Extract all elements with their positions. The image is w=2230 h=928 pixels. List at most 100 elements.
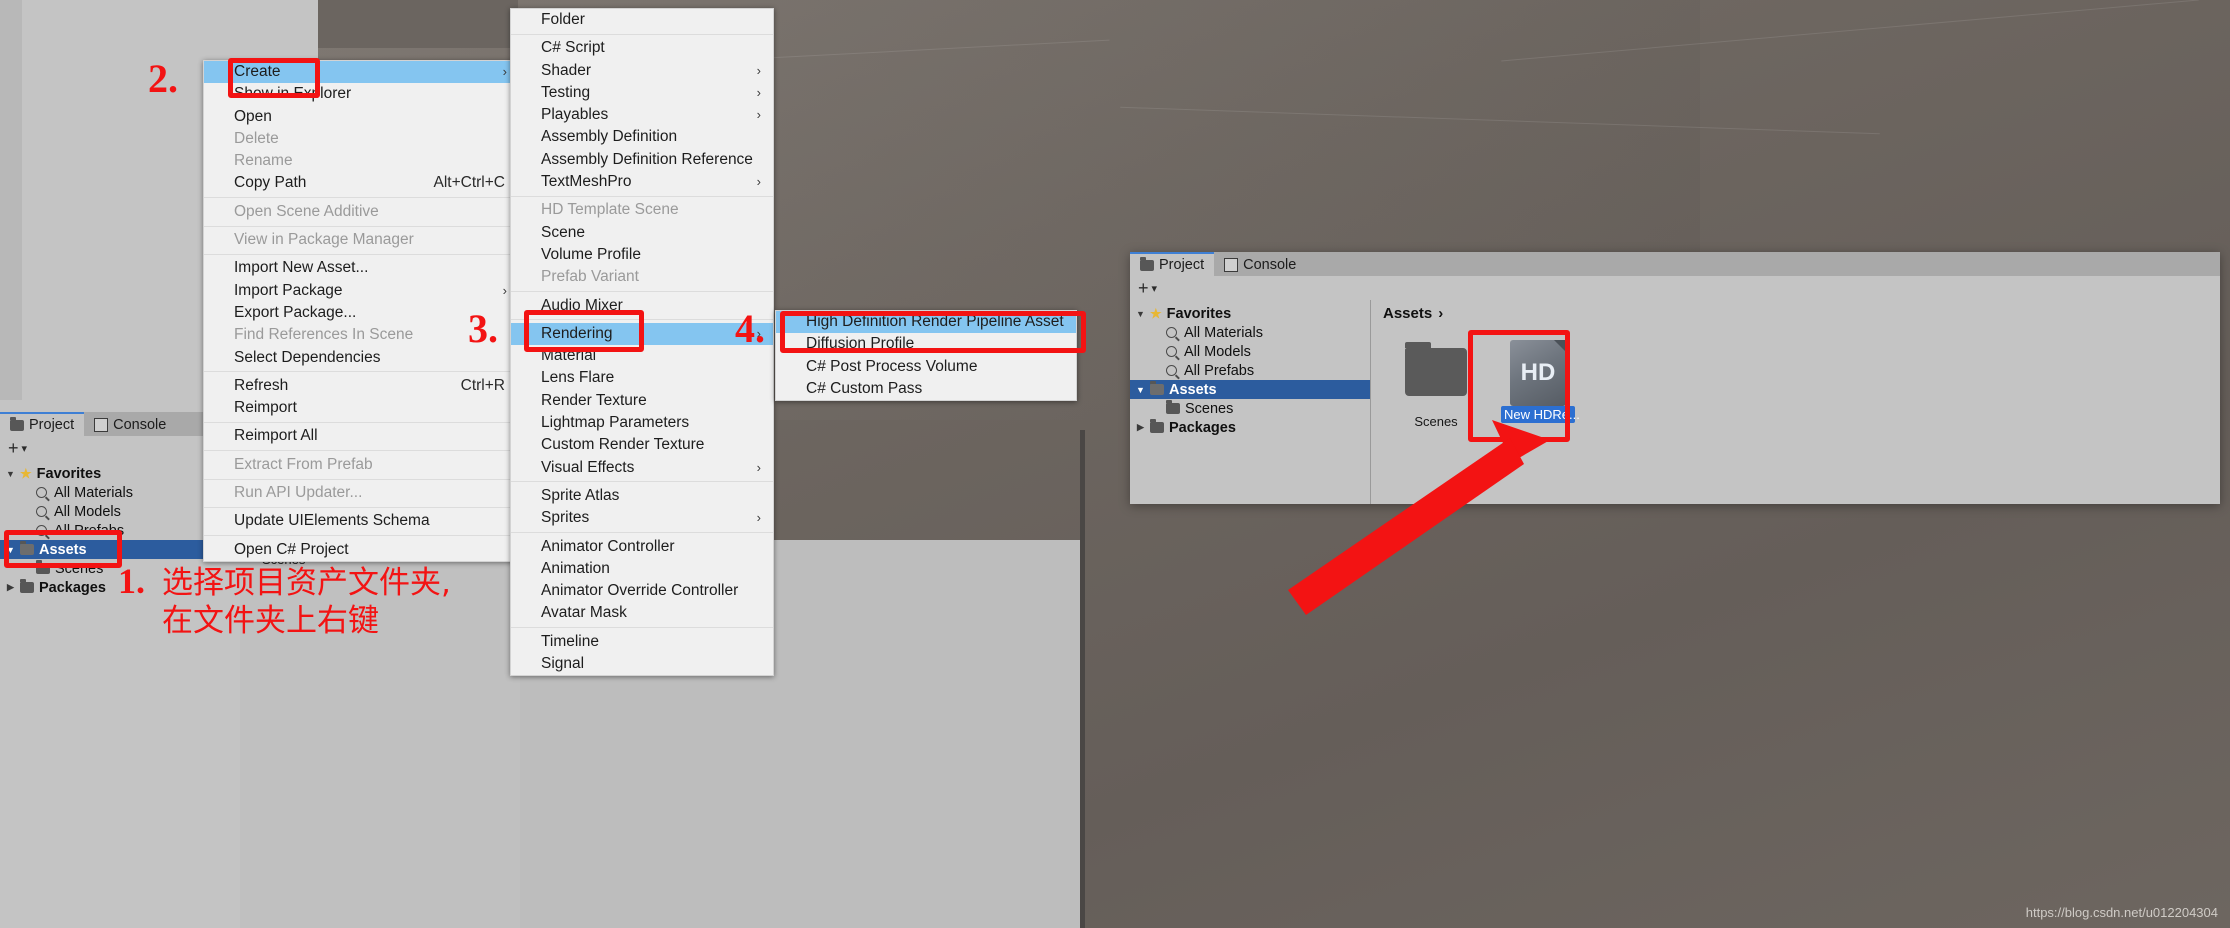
menu-item-playables[interactable]: Playables › (511, 104, 773, 126)
menu-item-lightmap-parameters[interactable]: Lightmap Parameters (511, 412, 773, 434)
menu-item-shortcut: Alt+Ctrl+C (433, 174, 506, 192)
triangle-down-icon[interactable]: ▼ (1136, 385, 1145, 395)
triangle-right-icon[interactable]: ▶ (1136, 422, 1145, 433)
menu-item-label: C# Custom Pass (806, 379, 923, 397)
search-icon (1166, 346, 1177, 357)
menu-item-open[interactable]: Open (204, 106, 519, 128)
tree-item-label: Assets (1169, 381, 1217, 398)
menu-item-label: Sprite Atlas (541, 486, 620, 504)
chevron-down-icon[interactable]: ▾ (22, 442, 28, 455)
menu-item-label: Refresh (234, 376, 289, 394)
folder-open-icon (1150, 381, 1164, 395)
tab-project-right[interactable]: Project (1130, 252, 1215, 276)
menu-item-signal[interactable]: Signal (511, 653, 773, 675)
search-icon (1166, 365, 1177, 376)
menu-item-render-texture[interactable]: Render Texture (511, 390, 773, 412)
menu-item-assembly-definition[interactable]: Assembly Definition (511, 126, 773, 148)
chevron-right-icon: › (756, 174, 761, 190)
chevron-down-icon[interactable]: ▾ (1152, 282, 1158, 295)
menu-separator (511, 33, 773, 35)
breadcrumb-assets[interactable]: Assets (1383, 305, 1432, 322)
menu-item-refresh[interactable]: Refresh Ctrl+R (204, 375, 519, 397)
menu-item-c-post-process-volume[interactable]: C# Post Process Volume (776, 356, 1076, 378)
tree-item-packages[interactable]: ▶ Packages (1130, 418, 1370, 437)
tab-console-right[interactable]: Console (1214, 254, 1307, 276)
search-icon (36, 506, 47, 517)
menu-item-scene[interactable]: Scene (511, 222, 773, 244)
menu-item-animator-override-controller[interactable]: Animator Override Controller (511, 580, 773, 602)
tree-item-assets[interactable]: ▼ Assets (1130, 380, 1370, 399)
menu-item-folder[interactable]: Folder (511, 9, 773, 31)
menu-item-update-uielements-schema[interactable]: Update UIElements Schema (204, 510, 519, 532)
menu-item-animation[interactable]: Animation (511, 558, 773, 580)
menu-item-lens-flare[interactable]: Lens Flare (511, 367, 773, 389)
menu-item-sprites[interactable]: Sprites › (511, 507, 773, 529)
menu-item-label: C# Script (541, 39, 605, 57)
menu-item-label: Lightmap Parameters (541, 414, 690, 432)
menu-item-label: Extract From Prefab (234, 455, 373, 473)
menu-item-avatar-mask[interactable]: Avatar Mask (511, 602, 773, 624)
menu-item-visual-effects[interactable]: Visual Effects › (511, 457, 773, 479)
menu-item-custom-render-texture[interactable]: Custom Render Texture (511, 434, 773, 456)
annotation-step-2: 2. (148, 56, 178, 101)
menu-item-volume-profile[interactable]: Volume Profile (511, 244, 773, 266)
menu-item-label: C# Post Process Volume (806, 357, 978, 375)
asset-item[interactable]: Scenes (1399, 340, 1473, 429)
folder-icon (20, 579, 34, 593)
triangle-down-icon[interactable]: ▼ (1136, 309, 1145, 319)
menu-item-label: Open Scene Additive (234, 202, 379, 220)
menu-separator (511, 195, 773, 197)
menu-item-label: Reimport All (234, 427, 318, 445)
menu-item-timeline[interactable]: Timeline (511, 631, 773, 653)
tab-project[interactable]: Project (0, 412, 85, 436)
tab-console[interactable]: Console (84, 414, 177, 436)
add-asset-button-right[interactable]: + (1138, 278, 1149, 299)
triangle-down-icon[interactable]: ▼ (6, 469, 15, 479)
menu-item-assembly-definition-reference[interactable]: Assembly Definition Reference (511, 149, 773, 171)
menu-item-open-scene-additive: Open Scene Additive (204, 201, 519, 223)
menu-item-reimport-all[interactable]: Reimport All (204, 425, 519, 447)
tab-project-right-label: Project (1159, 257, 1205, 273)
menu-item-rename: Rename (204, 150, 519, 172)
menu-item-import-package[interactable]: Import Package › (204, 280, 519, 302)
project-panel-right-tabbar: Project Console (1130, 252, 2220, 276)
menu-item-label: Rename (234, 152, 293, 170)
menu-item-open-c-project[interactable]: Open C# Project (204, 539, 519, 561)
menu-item-label: View in Package Manager (234, 231, 414, 249)
hierarchy-panel-gutter (0, 0, 22, 400)
menu-item-label: Sprites (541, 509, 590, 527)
add-asset-button[interactable]: + (8, 438, 19, 459)
triangle-right-icon[interactable]: ▶ (6, 582, 15, 593)
tree-item-favorites[interactable]: ▼ ★ Favorites (1130, 304, 1370, 323)
menu-item-copy-path[interactable]: Copy Path Alt+Ctrl+C (204, 172, 519, 194)
menu-item-animator-controller[interactable]: Animator Controller (511, 536, 773, 558)
tab-project-label: Project (29, 417, 75, 433)
tree-item-all-materials[interactable]: All Materials (1130, 323, 1370, 342)
menu-separator (204, 535, 519, 537)
menu-item-label: Import Package (234, 281, 343, 299)
folder-thumbnail-icon (1405, 342, 1467, 396)
menu-item-c-script[interactable]: C# Script (511, 37, 773, 59)
menu-item-shader[interactable]: Shader › (511, 60, 773, 82)
tree-item-scenes[interactable]: Scenes (1130, 399, 1370, 418)
tree-item-all-prefabs[interactable]: All Prefabs (1130, 361, 1370, 380)
chevron-right-icon: › (756, 84, 761, 100)
menu-item-import-new-asset[interactable]: Import New Asset... (204, 257, 519, 279)
menu-item-textmeshpro[interactable]: TextMeshPro › (511, 171, 773, 193)
menu-item-sprite-atlas[interactable]: Sprite Atlas (511, 485, 773, 507)
tree-item-label: All Materials (1184, 324, 1263, 341)
menu-item-label: Signal (541, 655, 585, 673)
menu-item-c-custom-pass[interactable]: C# Custom Pass (776, 378, 1076, 400)
annotation-box-assets-node (4, 530, 122, 568)
menu-item-testing[interactable]: Testing › (511, 82, 773, 104)
menu-item-label: TextMeshPro (541, 173, 632, 191)
annotation-step-1: 1. (118, 561, 145, 601)
project-panel-right: Project Console + ▾ ▼ ★ Favorites All Mater… (1130, 252, 2220, 504)
menu-separator (511, 627, 773, 629)
menu-item-label: Update UIElements Schema (234, 512, 430, 530)
menu-item-label: Custom Render Texture (541, 436, 705, 454)
tree-item-all-models[interactable]: All Models (1130, 342, 1370, 361)
chevron-right-icon: › (756, 107, 761, 123)
menu-item-reimport[interactable]: Reimport (204, 397, 519, 419)
annotation-box-create (228, 58, 320, 98)
